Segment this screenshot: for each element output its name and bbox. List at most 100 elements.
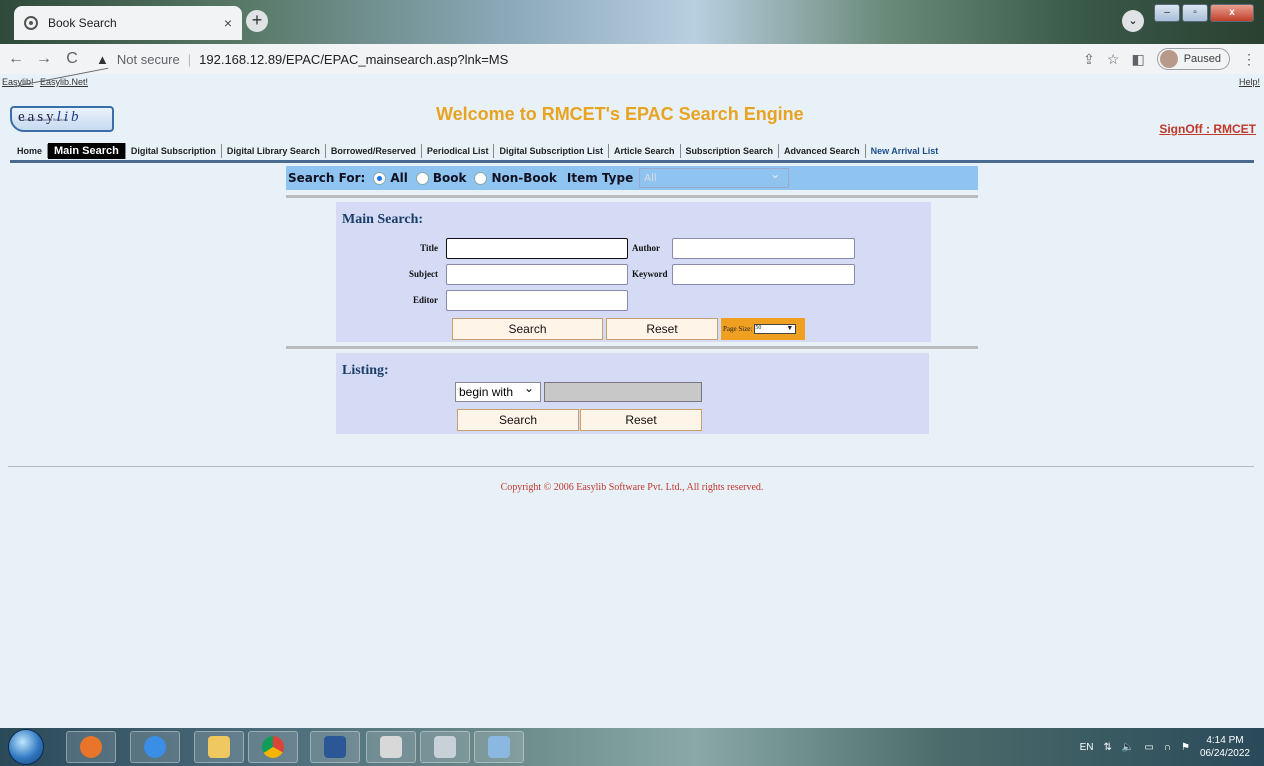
keyword-field[interactable] <box>672 264 855 285</box>
book-icon <box>380 736 402 758</box>
main-search-panel: Main Search: Title Author Subject Keywor… <box>336 202 931 342</box>
copyright-text: Copyright © 2006 Easylib Software Pvt. L… <box>500 482 764 493</box>
radio-non-book[interactable] <box>474 171 488 185</box>
taskbar-app[interactable] <box>420 731 470 763</box>
profile-status: Paused <box>1183 53 1221 65</box>
menu-new-arrival-list[interactable]: New Arrival List <box>866 144 944 158</box>
divider <box>286 346 978 349</box>
signoff-link[interactable]: SignOff : RMCET <box>1159 122 1256 136</box>
author-label: Author <box>632 243 661 253</box>
radio-all-label: All <box>390 171 408 185</box>
page-title: Welcome to RMCET's EPAC Search Engine <box>436 104 804 124</box>
back-icon[interactable]: ← <box>4 50 28 68</box>
title-field[interactable] <box>446 238 628 259</box>
listing-panel: Listing: begin with Search Reset <box>336 353 929 434</box>
radio-book[interactable] <box>415 171 429 185</box>
address-bar-row: ← → C ▲ Not secure | 192.168.12.89/EPAC/… <box>0 44 1264 74</box>
browser-toolbar-right: ⇪ ☆ ◧ Paused ⋮ <box>1083 48 1256 70</box>
help-link[interactable]: Help! <box>1239 77 1260 87</box>
language-indicator[interactable]: EN <box>1080 742 1094 753</box>
url-separator: | <box>187 51 192 67</box>
logo-tagline: Library Automation Solutions <box>20 117 68 122</box>
divider <box>286 195 978 198</box>
browser-tab-strip: Book Search × + ⌄ – ▫ x <box>0 0 1264 44</box>
editor-label: Editor <box>412 295 438 305</box>
page-size-control: Page Size: 50 <box>721 318 805 340</box>
radio-all[interactable] <box>373 171 387 185</box>
clock-time: 4:14 PM <box>1206 735 1244 746</box>
item-type-label: Item Type <box>566 171 634 185</box>
start-button[interactable] <box>8 729 44 765</box>
listing-mode-select[interactable]: begin with <box>455 379 541 402</box>
taskbar-app-2[interactable] <box>474 731 524 763</box>
new-tab-button[interactable]: + <box>246 10 268 32</box>
address-bar[interactable]: ▲ Not secure | 192.168.12.89/EPAC/EPAC_m… <box>92 46 1192 72</box>
taskbar-file-explorer[interactable] <box>194 731 244 763</box>
reload-icon[interactable]: C <box>60 50 84 68</box>
clock[interactable]: 4:14 PM 06/24/2022 <box>1200 734 1250 760</box>
menu-article-search[interactable]: Article Search <box>609 144 681 158</box>
menu-digital-library-search[interactable]: Digital Library Search <box>222 144 326 158</box>
display-icon[interactable]: ▭ <box>1144 742 1153 753</box>
tab-title: Book Search <box>48 16 117 30</box>
internet-explorer-icon <box>144 736 166 758</box>
browser-tab[interactable]: Book Search × <box>14 6 242 40</box>
reset-button[interactable]: Reset <box>606 318 718 340</box>
listing-reset-button[interactable]: Reset <box>580 409 702 431</box>
easylib-logo: easylib Library Automation Solutions <box>10 106 114 132</box>
listing-title: Listing: <box>342 363 389 378</box>
bookmark-star-icon[interactable]: ☆ <box>1107 51 1120 68</box>
listing-input[interactable] <box>544 382 702 402</box>
menu-main-search[interactable]: Main Search <box>48 143 126 159</box>
page-size-select[interactable]: 50 <box>754 324 797 334</box>
taskbar-media-player[interactable] <box>66 731 116 763</box>
menu-home[interactable]: Home <box>12 144 49 158</box>
menu-periodical-list[interactable]: Periodical List <box>422 144 495 158</box>
volume-icon[interactable]: 🔈 <box>1122 742 1134 753</box>
taskbar-word[interactable] <box>310 731 360 763</box>
page-content: Easylib! Easylib.Net! Help! easylib Libr… <box>0 67 1264 728</box>
pen-icon <box>488 736 510 758</box>
search-for-bar: Search For: All Book Non-Book Item Type … <box>286 166 978 190</box>
listing-search-button[interactable]: Search <box>457 409 579 431</box>
search-for-label: Search For: <box>288 171 366 185</box>
page-size-label: Page Size: <box>723 325 753 333</box>
menu-kebab-icon[interactable]: ⋮ <box>1242 51 1256 68</box>
headset-icon[interactable]: ∩ <box>1164 742 1171 753</box>
maximize-button[interactable]: ▫ <box>1182 4 1208 22</box>
share-icon[interactable]: ⇪ <box>1083 51 1095 68</box>
chrome-icon <box>262 736 284 758</box>
subject-field[interactable] <box>446 264 628 285</box>
menu-underline <box>10 160 1254 163</box>
system-tray: EN ⇅ 🔈 ▭ ∩ ⚑ 4:14 PM 06/24/2022 <box>1080 734 1250 760</box>
tab-search-icon[interactable]: ⌄ <box>1122 10 1144 32</box>
side-panel-icon[interactable]: ◧ <box>1131 51 1144 68</box>
network-icon[interactable]: ⇅ <box>1103 742 1111 753</box>
main-search-title: Main Search: <box>342 212 424 227</box>
window-controls: ⌄ – ▫ x <box>1122 4 1254 32</box>
keyword-label: Keyword <box>632 269 668 279</box>
action-center-icon[interactable]: ⚑ <box>1181 742 1190 753</box>
close-window-button[interactable]: x <box>1210 4 1254 22</box>
globe-icon <box>24 16 38 30</box>
menu-digital-subscription-list[interactable]: Digital Subscription List <box>494 144 609 158</box>
profile-button[interactable]: Paused <box>1156 48 1230 70</box>
taskbar-chrome[interactable] <box>248 731 298 763</box>
tab-close-icon[interactable]: × <box>224 15 232 31</box>
item-type-select[interactable]: All <box>639 167 790 188</box>
footer-divider <box>8 466 1254 467</box>
menu-borrowed-reserved[interactable]: Borrowed/Reserved <box>326 144 422 158</box>
url-text: 192.168.12.89/EPAC/EPAC_mainsearch.asp?l… <box>199 51 509 67</box>
minimize-button[interactable]: – <box>1154 4 1180 22</box>
editor-field[interactable] <box>446 290 628 311</box>
taskbar-reader[interactable] <box>366 731 416 763</box>
taskbar: EN ⇅ 🔈 ▭ ∩ ⚑ 4:14 PM 06/24/2022 <box>0 728 1264 766</box>
menu-subscription-search[interactable]: Subscription Search <box>681 144 780 158</box>
forward-icon[interactable]: → <box>32 50 56 68</box>
menu-advanced-search[interactable]: Advanced Search <box>779 144 866 158</box>
search-button[interactable]: Search <box>452 318 603 340</box>
menu-digital-subscription[interactable]: Digital Subscription <box>126 144 222 158</box>
author-field[interactable] <box>672 238 855 259</box>
warning-icon: ▲ <box>96 51 109 67</box>
taskbar-internet-explorer[interactable] <box>130 731 180 763</box>
